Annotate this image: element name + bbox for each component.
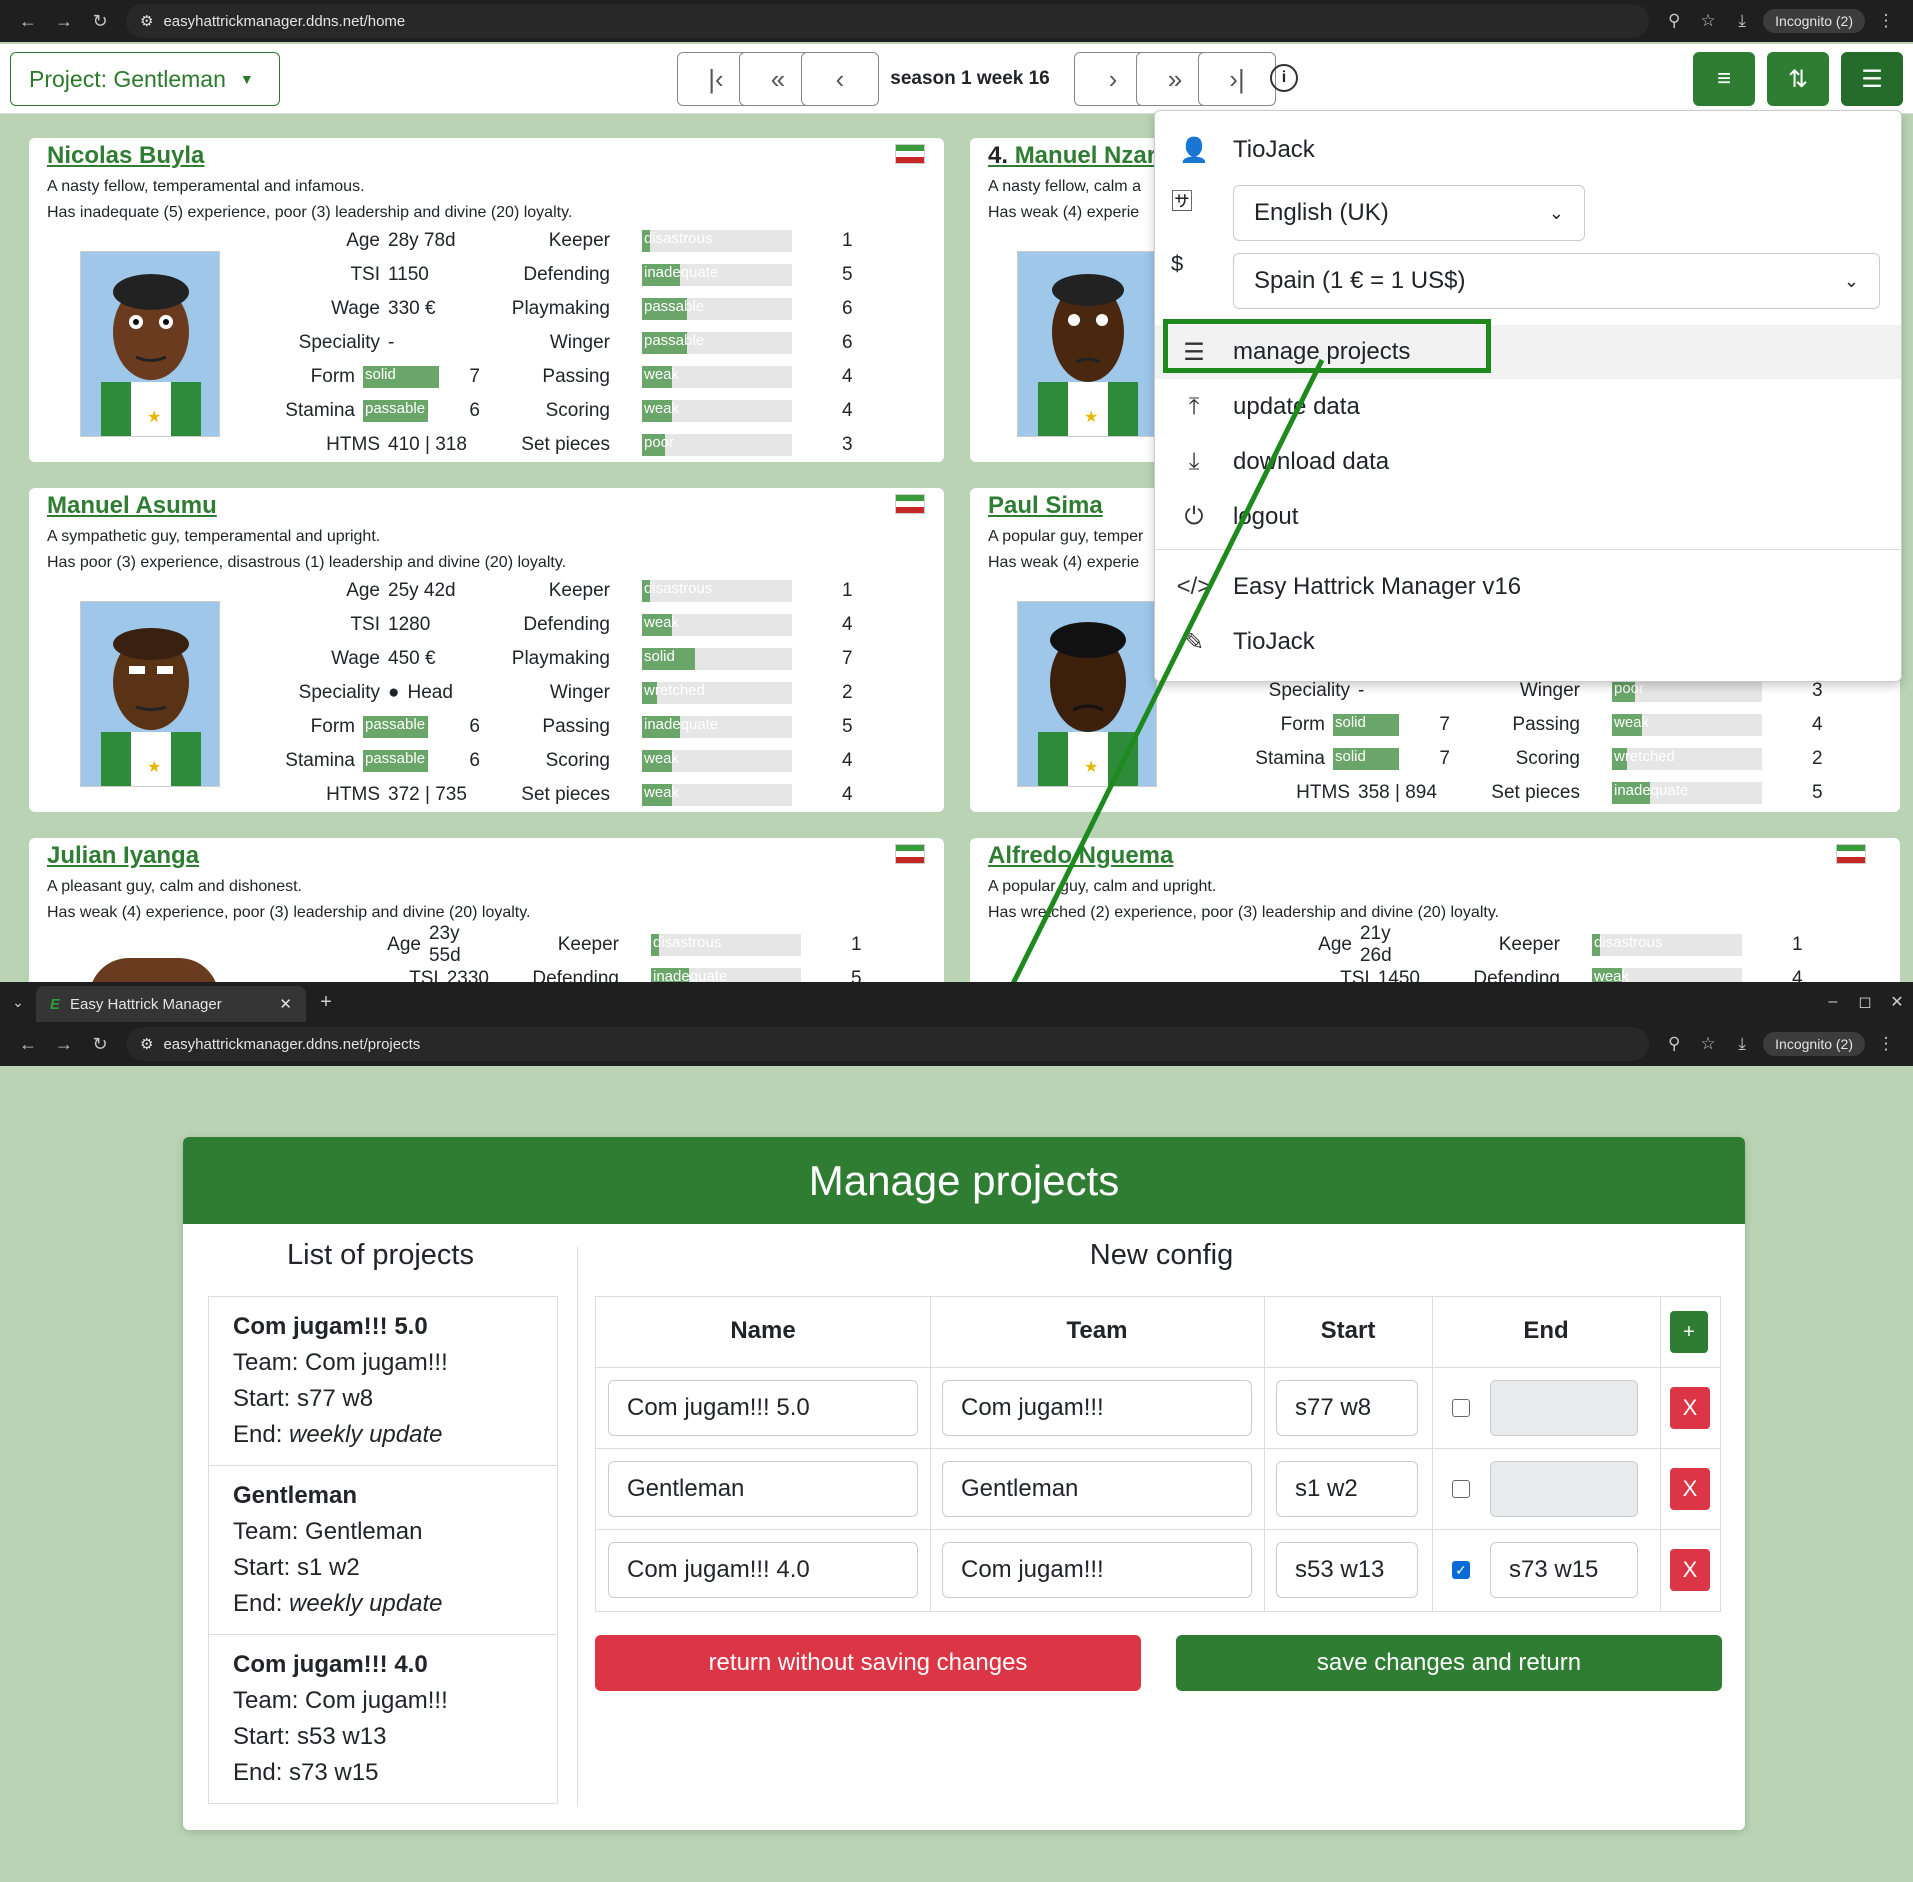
end-enabled-checkbox[interactable]: ✓: [1452, 1561, 1470, 1579]
delete-row-button[interactable]: X: [1670, 1468, 1710, 1510]
end-input[interactable]: s73 w15: [1490, 1542, 1638, 1598]
project-end: End: weekly update: [233, 1421, 443, 1448]
maximize-icon[interactable]: ◻: [1849, 992, 1881, 1012]
zoom-icon[interactable]: ⚲: [1657, 1034, 1691, 1054]
tab-close-icon[interactable]: ✕: [279, 995, 292, 1013]
project-start: Start: s1 w2: [233, 1554, 360, 1581]
project-name: Gentleman: [233, 1482, 358, 1509]
team-input[interactable]: Com jugam!!!: [942, 1542, 1252, 1598]
window-close-icon[interactable]: ✕: [1881, 992, 1913, 1012]
bottom-browser-toolbar: ← → ↻ ⚙ easyhattrickmanager.ddns.net/pro…: [0, 1022, 1913, 1066]
end-input: [1490, 1461, 1638, 1517]
end-enabled-checkbox[interactable]: [1452, 1399, 1470, 1417]
bottom-tab-strip: ⌄ E Easy Hattrick Manager ✕ + – ◻ ✕: [0, 982, 1913, 1022]
browser-tab[interactable]: E Easy Hattrick Manager ✕: [36, 986, 306, 1022]
project-name-input[interactable]: Com jugam!!! 5.0: [608, 1380, 918, 1436]
bookmark-star-icon[interactable]: ☆: [1691, 1034, 1725, 1054]
project-end: End: s73 w15: [233, 1759, 379, 1786]
project-name-input[interactable]: Com jugam!!! 4.0: [608, 1542, 918, 1598]
team-input[interactable]: Gentleman: [942, 1461, 1252, 1517]
start-input[interactable]: s1 w2: [1276, 1461, 1418, 1517]
project-list-item[interactable]: Com jugam!!! 5.0 Team: Com jugam!!! Star…: [209, 1297, 557, 1466]
new-config-title: New config: [1089, 1239, 1234, 1271]
site-info-icon[interactable]: ⚙: [140, 1035, 153, 1053]
team-input[interactable]: Com jugam!!!: [942, 1380, 1252, 1436]
project-list: Com jugam!!! 5.0 Team: Com jugam!!! Star…: [208, 1296, 558, 1804]
incognito-badge[interactable]: Incognito (2): [1763, 1032, 1865, 1056]
tab-title: Easy Hattrick Manager: [70, 995, 222, 1013]
project-start: Start: s77 w8: [233, 1385, 374, 1412]
favicon-icon: E: [50, 995, 61, 1013]
forward-icon[interactable]: →: [46, 1034, 82, 1055]
project-end: End: weekly update: [233, 1590, 443, 1617]
download-icon[interactable]: ⤓: [1725, 1034, 1759, 1054]
manage-projects-panel: Manage projects List of projects Com jug…: [183, 1137, 1745, 1830]
url-text: easyhattrickmanager.ddns.net/projects: [163, 1035, 421, 1053]
delete-row-button[interactable]: X: [1670, 1549, 1710, 1591]
reload-icon[interactable]: ↻: [82, 1034, 118, 1055]
list-of-projects-title: List of projects: [287, 1239, 474, 1271]
more-menu-icon[interactable]: ⋮: [1869, 1034, 1903, 1054]
project-team: Team: Com jugam!!!: [233, 1687, 448, 1714]
project-team: Team: Gentleman: [233, 1518, 423, 1545]
column-divider: [577, 1247, 578, 1807]
add-row-button[interactable]: +: [1670, 1311, 1708, 1353]
project-name: Com jugam!!! 5.0: [233, 1313, 428, 1340]
col-header-start: Start: [1320, 1317, 1376, 1344]
config-table: Name Team Start End + Com jugam!!! 5.0 Co…: [595, 1296, 1721, 1612]
project-team: Team: Com jugam!!!: [233, 1349, 448, 1376]
cancel-button[interactable]: return without saving changes: [595, 1635, 1141, 1691]
col-header-name: Name: [730, 1317, 796, 1344]
back-icon[interactable]: ←: [10, 1034, 46, 1055]
new-tab-icon[interactable]: +: [306, 991, 346, 1014]
start-input[interactable]: s77 w8: [1276, 1380, 1418, 1436]
project-list-item[interactable]: Gentleman Team: Gentleman Start: s1 w2 E…: [209, 1466, 557, 1635]
project-list-item[interactable]: Com jugam!!! 4.0 Team: Com jugam!!! Star…: [209, 1635, 557, 1803]
project-name: Com jugam!!! 4.0: [233, 1651, 428, 1678]
start-input[interactable]: s53 w13: [1276, 1542, 1418, 1598]
col-header-end: End: [1523, 1317, 1569, 1344]
project-name-input[interactable]: Gentleman: [608, 1461, 918, 1517]
save-button[interactable]: save changes and return: [1176, 1635, 1722, 1691]
page-title: Manage projects: [183, 1137, 1745, 1224]
end-enabled-checkbox[interactable]: [1452, 1480, 1470, 1498]
minimize-icon[interactable]: –: [1817, 993, 1849, 1011]
project-start: Start: s53 w13: [233, 1723, 387, 1750]
end-input: [1490, 1380, 1638, 1436]
address-bar[interactable]: ⚙ easyhattrickmanager.ddns.net/projects: [126, 1027, 1650, 1061]
col-header-team: Team: [1066, 1317, 1128, 1344]
tab-search-icon[interactable]: ⌄: [0, 994, 36, 1011]
delete-row-button[interactable]: X: [1670, 1387, 1710, 1429]
